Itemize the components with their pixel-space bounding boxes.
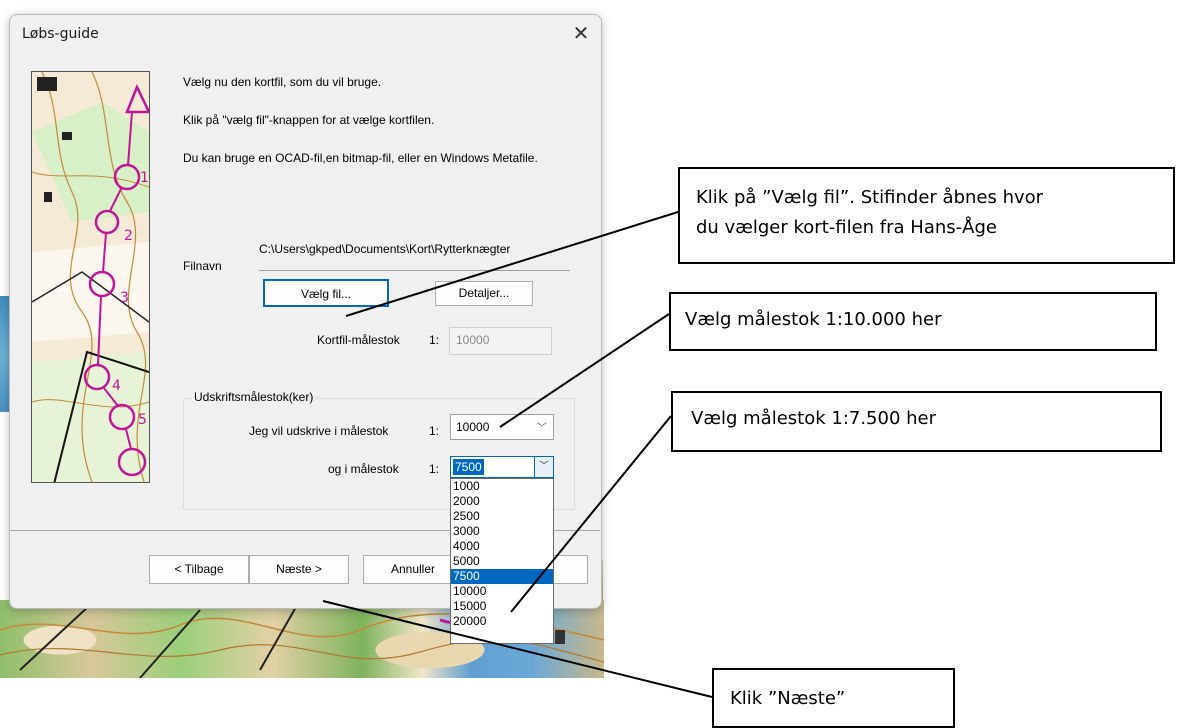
annotation-arrows (322, 211, 713, 698)
callout-scale-1: Vælg målestok 1:10.000 her (669, 292, 1157, 351)
callout-choose-file-line-1: Klik på ”Vælg fil”. Stifinder åbnes hvor (696, 187, 1044, 208)
callout-scale-2: Vælg målestok 1:7.500 her (671, 391, 1162, 452)
callout-choose-file: Klik på ”Vælg fil”. Stifinder åbnes hvor… (678, 167, 1175, 264)
callout-choose-file-line-2: du vælger kort-filen fra Hans-Åge (696, 217, 997, 238)
callout-next: Klik ”Næste” (712, 668, 955, 728)
